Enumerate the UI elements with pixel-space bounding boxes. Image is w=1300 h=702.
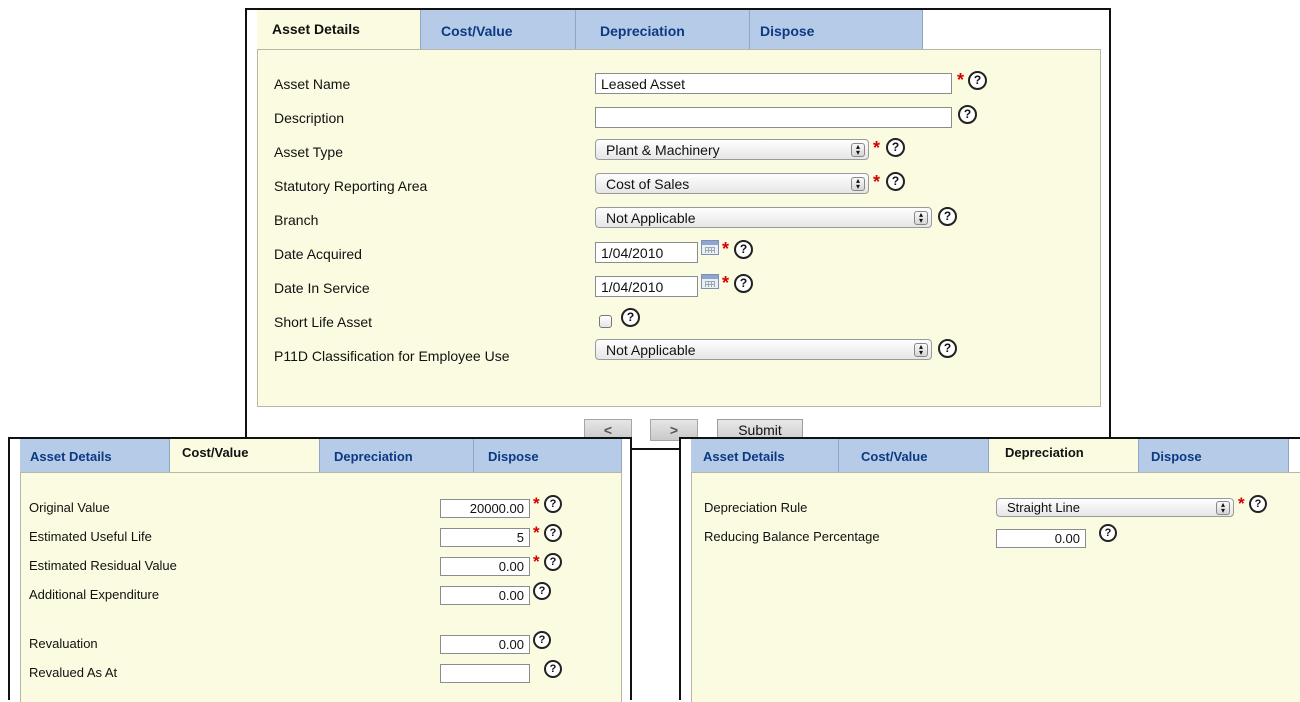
tab-cost-value[interactable]: Cost/Value	[170, 439, 320, 473]
asset-details-form: Asset Name * ? Description ? Asset Type …	[257, 49, 1101, 407]
tab-bar: Asset Details Cost/Value Depreciation Di…	[247, 10, 1109, 50]
tab-dispose[interactable]: Dispose	[474, 439, 622, 473]
tab-depreciation[interactable]: Depreciation	[576, 10, 750, 50]
p11d-classification-label: P11D Classification for Employee Use	[274, 348, 510, 364]
tab-asset-details[interactable]: Asset Details	[20, 439, 170, 473]
help-icon[interactable]: ?	[544, 553, 562, 571]
revaluation-input[interactable]	[440, 635, 530, 654]
help-icon[interactable]: ?	[938, 207, 957, 226]
help-icon[interactable]: ?	[958, 105, 977, 124]
cost-value-panel: Asset Details Cost/Value Depreciation Di…	[8, 437, 632, 702]
reducing-balance-percentage-label: Reducing Balance Percentage	[704, 529, 880, 544]
additional-expenditure-label: Additional Expenditure	[29, 587, 160, 602]
date-in-service-input[interactable]	[595, 276, 698, 297]
tab-bar: Asset Details Cost/Value Depreciation Di…	[681, 439, 1300, 473]
short-life-asset-label: Short Life Asset	[274, 314, 373, 330]
additional-expenditure-input[interactable]	[440, 586, 530, 605]
help-icon[interactable]: ?	[544, 660, 562, 678]
required-marker: *	[873, 138, 881, 158]
calendar-icon[interactable]	[701, 274, 719, 289]
select-arrows-icon: ▴ ▾	[914, 342, 928, 357]
asset-details-panel: Asset Details Cost/Value Depreciation Di…	[245, 8, 1111, 450]
help-icon[interactable]: ?	[886, 138, 905, 157]
short-life-asset-checkbox[interactable]	[599, 315, 612, 328]
original-value-input[interactable]	[440, 499, 530, 518]
branch-select[interactable]: Not Applicable ▴ ▾	[595, 207, 932, 228]
help-icon[interactable]: ?	[621, 308, 640, 327]
date-acquired-input[interactable]	[595, 242, 698, 263]
help-icon[interactable]: ?	[734, 274, 753, 293]
help-icon[interactable]: ?	[533, 582, 551, 600]
help-icon[interactable]: ?	[1099, 524, 1117, 542]
tab-asset-details[interactable]: Asset Details	[691, 439, 839, 473]
required-marker: *	[533, 552, 540, 571]
branch-label: Branch	[274, 212, 319, 228]
help-icon[interactable]: ?	[544, 524, 562, 542]
required-marker: *	[533, 494, 540, 513]
help-icon[interactable]: ?	[1249, 495, 1267, 513]
required-marker: *	[722, 273, 730, 293]
help-icon[interactable]: ?	[968, 71, 987, 90]
tab-depreciation[interactable]: Depreciation	[989, 439, 1139, 473]
date-in-service-label: Date In Service	[274, 280, 370, 296]
tab-bar: Asset Details Cost/Value Depreciation Di…	[10, 439, 630, 473]
estimated-residual-value-input[interactable]	[440, 557, 530, 576]
tab-dispose[interactable]: Dispose	[1139, 439, 1289, 473]
depreciation-rule-select[interactable]: Straight Line ▴ ▾	[996, 498, 1234, 517]
p11d-classification-select[interactable]: Not Applicable ▴ ▾	[595, 339, 932, 360]
description-input[interactable]	[595, 107, 952, 128]
tab-cost-value[interactable]: Cost/Value	[421, 10, 576, 50]
select-arrows-icon: ▴ ▾	[851, 176, 865, 191]
reducing-balance-percentage-input[interactable]	[996, 529, 1086, 548]
depreciation-form: Depreciation Rule Straight Line ▴ ▾ * ? R…	[691, 472, 1300, 702]
cost-value-form: Original Value * ? Estimated Useful Life…	[20, 472, 622, 702]
required-marker: *	[957, 70, 965, 90]
asset-name-input[interactable]	[595, 73, 952, 94]
help-icon[interactable]: ?	[886, 172, 905, 191]
asset-type-select[interactable]: Plant & Machinery ▴ ▾	[595, 139, 869, 160]
original-value-label: Original Value	[29, 500, 110, 515]
help-icon[interactable]: ?	[544, 495, 562, 513]
help-icon[interactable]: ?	[734, 240, 753, 259]
date-acquired-label: Date Acquired	[274, 246, 362, 262]
required-marker: *	[722, 239, 730, 259]
depreciation-panel: Asset Details Cost/Value Depreciation Di…	[679, 437, 1300, 702]
revaluation-label: Revaluation	[29, 636, 98, 651]
tab-dispose[interactable]: Dispose	[750, 10, 923, 50]
estimated-useful-life-label: Estimated Useful Life	[29, 529, 152, 544]
statutory-reporting-area-label: Statutory Reporting Area	[274, 178, 428, 194]
required-marker: *	[533, 523, 540, 542]
required-marker: *	[1238, 494, 1245, 513]
tab-asset-details[interactable]: Asset Details	[257, 10, 421, 50]
description-label: Description	[274, 110, 345, 126]
tab-depreciation[interactable]: Depreciation	[320, 439, 474, 473]
depreciation-rule-label: Depreciation Rule	[704, 500, 808, 515]
asset-type-label: Asset Type	[274, 144, 344, 160]
asset-name-label: Asset Name	[274, 76, 351, 92]
help-icon[interactable]: ?	[938, 339, 957, 358]
revalued-as-at-input[interactable]	[440, 664, 530, 683]
help-icon[interactable]: ?	[533, 631, 551, 649]
required-marker: *	[873, 172, 881, 192]
select-arrows-icon: ▴ ▾	[914, 210, 928, 225]
calendar-icon[interactable]	[701, 240, 719, 255]
statutory-reporting-area-select[interactable]: Cost of Sales ▴ ▾	[595, 173, 869, 194]
revalued-as-at-label: Revalued As At	[29, 665, 118, 680]
select-arrows-icon: ▴ ▾	[851, 142, 865, 157]
tab-cost-value[interactable]: Cost/Value	[839, 439, 989, 473]
estimated-residual-value-label: Estimated Residual Value	[29, 558, 177, 573]
estimated-useful-life-input[interactable]	[440, 528, 530, 547]
select-arrows-icon: ▴ ▾	[1216, 500, 1230, 515]
